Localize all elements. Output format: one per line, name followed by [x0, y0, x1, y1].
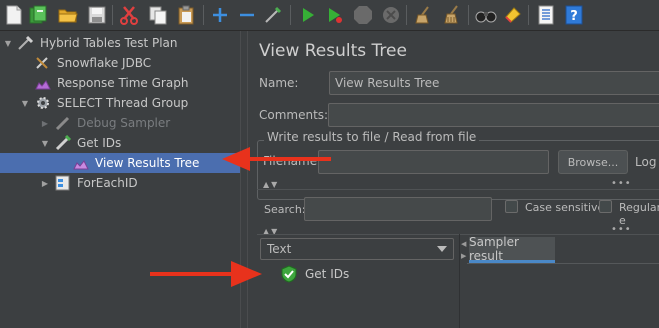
- sampler-icon: [54, 115, 72, 131]
- jdbc-sampler-icon: [54, 134, 72, 151]
- search-label: Search:: [264, 203, 306, 216]
- tree-node-get-ids[interactable]: ▼ Get IDs: [37, 133, 121, 153]
- name-label: Name:: [259, 76, 299, 90]
- test-plan-icon: [17, 35, 35, 51]
- start-icon[interactable]: [297, 4, 319, 26]
- collapsed-arrow-icon[interactable]: ▶: [39, 179, 51, 188]
- cut-icon[interactable]: [118, 4, 140, 26]
- tree-node-label: Snowflake JDBC: [57, 56, 152, 70]
- config-element-icon: [34, 55, 52, 71]
- annotation-arrow-icon: [220, 145, 332, 178]
- reset-search-icon[interactable]: [502, 4, 524, 26]
- result-item-label: Get IDs: [305, 267, 350, 281]
- tree-node-label: Hybrid Tables Test Plan: [40, 36, 178, 50]
- templates-icon[interactable]: [27, 4, 49, 26]
- tree-node-test-plan[interactable]: ▼ Hybrid Tables Test Plan: [0, 33, 240, 53]
- success-shield-icon: [281, 265, 299, 283]
- tree-node-label: ForEachID: [77, 176, 138, 190]
- tree-node-response-time-graph[interactable]: Response Time Graph: [20, 73, 188, 93]
- write-results-label: Write results to file / Read from file: [264, 130, 480, 144]
- tree-node-foreachid[interactable]: ▶ ForEachID: [37, 173, 138, 193]
- regular-expression-checkbox[interactable]: [599, 200, 612, 213]
- tree-node-snowflake-jdbc[interactable]: Snowflake JDBC: [20, 53, 151, 73]
- tree-node-label: Get IDs: [77, 136, 122, 150]
- filename-field[interactable]: [318, 150, 549, 174]
- tree-node-view-results-tree[interactable]: View Results Tree: [0, 153, 240, 173]
- panel-title: View Results Tree: [259, 41, 407, 61]
- shutdown-icon[interactable]: [380, 4, 402, 26]
- svg-text:?: ?: [570, 9, 578, 24]
- tab-sampler-result[interactable]: Sampler result: [469, 235, 555, 263]
- more-dots-icon[interactable]: •••: [611, 178, 632, 189]
- search-icon[interactable]: [475, 4, 497, 26]
- collapse-up-down-icon[interactable]: ▲▼: [263, 180, 279, 189]
- stop-icon[interactable]: [352, 4, 374, 26]
- collapsed-arrow-icon[interactable]: ▶: [39, 119, 51, 128]
- browse-button[interactable]: Browse...: [558, 150, 628, 174]
- save-icon[interactable]: [86, 4, 108, 26]
- function-helper-icon[interactable]: [535, 4, 557, 26]
- expanded-arrow-icon[interactable]: ▼: [2, 39, 14, 48]
- results-splitter[interactable]: ◀ ▶: [459, 234, 467, 328]
- tree-node-select-thread-group[interactable]: ▼ SELECT Thread Group: [17, 93, 188, 113]
- tree-node-label: View Results Tree: [95, 156, 200, 170]
- expanded-arrow-icon[interactable]: ▼: [39, 139, 51, 148]
- view-results-tree-panel: View Results Tree Name: View Results Tre…: [249, 31, 659, 328]
- collapse-icon[interactable]: [236, 4, 258, 26]
- comments-label: Comments:: [259, 108, 329, 122]
- toggle-icon[interactable]: [262, 4, 284, 26]
- thread-group-icon: [34, 95, 52, 111]
- case-sensitive-checkbox[interactable]: [505, 200, 518, 213]
- renderer-select-value: Text: [267, 242, 292, 256]
- search-field[interactable]: [304, 197, 492, 221]
- renderer-select[interactable]: Text: [260, 238, 454, 260]
- toolbar: ?: [0, 0, 659, 31]
- listener-icon: [72, 155, 90, 171]
- result-item-get-ids[interactable]: Get IDs: [281, 264, 349, 284]
- tree-node-label: Response Time Graph: [57, 76, 189, 90]
- name-field[interactable]: View Results Tree: [329, 71, 659, 95]
- controller-icon: [54, 175, 72, 191]
- clear-icon[interactable]: [413, 4, 435, 26]
- chevron-down-icon: [437, 246, 447, 252]
- log-label: Log: [635, 155, 657, 169]
- expanded-arrow-icon[interactable]: ▼: [19, 99, 31, 108]
- help-icon[interactable]: ?: [563, 4, 585, 26]
- copy-icon[interactable]: [147, 4, 169, 26]
- expand-icon[interactable]: [209, 4, 231, 26]
- start-no-pause-icon[interactable]: [324, 4, 346, 26]
- open-icon[interactable]: [57, 4, 79, 26]
- tree-node-label: SELECT Thread Group: [57, 96, 189, 110]
- tree-node-debug-sampler[interactable]: ▶ Debug Sampler: [37, 113, 170, 133]
- annotation-arrow-icon: [149, 259, 264, 292]
- clear-all-icon[interactable]: [441, 4, 463, 26]
- tree-node-label: Debug Sampler: [77, 116, 171, 130]
- paste-icon[interactable]: [175, 4, 197, 26]
- case-sensitive-label: Case sensitive: [525, 201, 605, 214]
- listener-icon: [34, 75, 52, 91]
- new-icon[interactable]: [3, 4, 25, 26]
- comments-field[interactable]: [328, 103, 659, 127]
